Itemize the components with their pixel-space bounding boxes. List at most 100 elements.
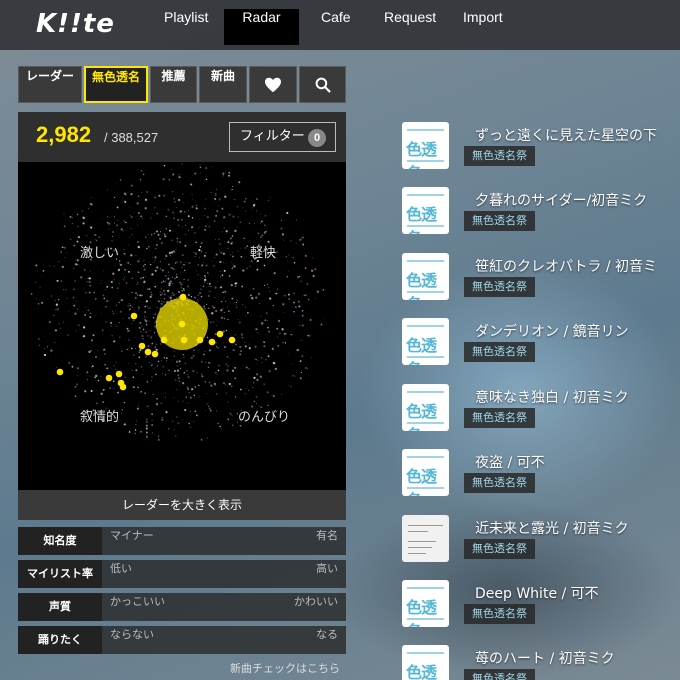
favorite-button[interactable] — [249, 66, 297, 103]
radar-song-dot[interactable] — [144, 348, 152, 356]
radar-star — [225, 262, 227, 265]
song-item[interactable]: 色透名 ダンデリオン / 鏡音リン 無色透名祭 — [402, 318, 680, 374]
song-title[interactable]: Deep White / 可不 — [475, 583, 599, 603]
radar-star — [140, 215, 142, 218]
song-tag[interactable]: 無色透名祭 — [464, 146, 535, 166]
expand-radar-button[interactable]: レーダーを大きく表示 — [18, 490, 346, 520]
radar-star — [165, 275, 167, 277]
radar-star — [76, 225, 79, 228]
nav-import[interactable]: Import — [445, 9, 521, 45]
radar-song-dot[interactable] — [208, 338, 216, 346]
song-tag[interactable]: 無色透名祭 — [464, 669, 535, 680]
radar-star — [136, 407, 139, 410]
tab-new-songs[interactable]: 新曲 — [199, 66, 247, 103]
slider-mylist-rate[interactable]: マイリスト率 低い 高い — [18, 560, 346, 588]
radar-song-dot[interactable] — [115, 370, 123, 378]
song-thumbnail[interactable]: 色透名 — [402, 580, 449, 627]
song-title[interactable]: ずっと遠くに見えた星空の下 — [475, 125, 657, 145]
radar-star — [84, 390, 87, 393]
song-item[interactable]: 色透名 夜盗 / 可不 無色透名祭 — [402, 449, 680, 505]
radar-star — [60, 279, 63, 282]
radar-star — [232, 348, 235, 352]
radar-song-dot[interactable] — [130, 312, 138, 320]
radar-star — [204, 281, 206, 283]
radar-star — [69, 238, 72, 240]
song-title[interactable]: 苺のハート / 初音ミク — [475, 648, 615, 668]
radar-song-dot[interactable] — [119, 383, 127, 391]
song-tag[interactable]: 無色透名祭 — [464, 408, 535, 428]
radar-song-dot[interactable] — [105, 374, 113, 382]
radar-song-dot[interactable] — [160, 336, 168, 344]
song-item[interactable]: 色透名 Deep White / 可不 無色透名祭 — [402, 580, 680, 636]
kiite-logo[interactable]: K!!te — [36, 9, 115, 39]
filter-button[interactable]: フィルター 0 — [229, 122, 336, 152]
song-title[interactable]: 夕暮れのサイダー/初音ミク — [475, 190, 647, 210]
song-tag[interactable]: 無色透名祭 — [464, 539, 535, 559]
radar-star — [271, 394, 273, 396]
radar-song-dot[interactable] — [178, 320, 186, 328]
song-title[interactable]: 近未来と露光 / 初音ミク — [475, 518, 629, 538]
song-item[interactable]: 色透名 ずっと遠くに見えた星空の下 無色透名祭 — [402, 122, 680, 178]
nav-request[interactable]: Request — [366, 9, 454, 45]
radar-star — [216, 393, 218, 395]
radar-star — [244, 393, 246, 395]
radar-song-dot[interactable] — [56, 368, 64, 376]
radar-star — [273, 268, 274, 270]
song-tag[interactable]: 無色透名祭 — [464, 211, 535, 231]
song-thumbnail[interactable]: 色透名 — [402, 122, 449, 169]
song-tag[interactable]: 無色透名祭 — [464, 473, 535, 493]
song-item[interactable]: 色透名 笹紅のクレオパトラ / 初音ミ 無色透名祭 — [402, 253, 680, 309]
nav-cafe[interactable]: Cafe — [303, 9, 369, 45]
song-thumbnail[interactable] — [402, 515, 449, 562]
slider-danceability[interactable]: 踊りたく ならない なる — [18, 626, 346, 654]
radar-star — [176, 369, 179, 372]
radar-star — [134, 337, 136, 338]
radar-song-dot[interactable] — [216, 330, 224, 338]
radar-star — [206, 393, 208, 394]
new-song-check-link[interactable]: 新曲チェックはこちら — [230, 660, 340, 676]
tab-radar[interactable]: レーダー — [18, 66, 82, 103]
song-thumbnail[interactable]: 色透名 — [402, 384, 449, 431]
radar-star — [227, 318, 229, 321]
song-item[interactable]: 色透名 意味なき独白 / 初音ミク 無色透名祭 — [402, 384, 680, 440]
radar-song-dot[interactable] — [196, 336, 204, 344]
song-thumbnail[interactable]: 色透名 — [402, 645, 449, 680]
song-item[interactable]: 色透名 苺のハート / 初音ミク 無色透名祭 — [402, 645, 680, 680]
song-title[interactable]: ダンデリオン / 鏡音リン — [475, 321, 629, 341]
radar-song-dot[interactable] — [179, 293, 187, 301]
tab-recommend[interactable]: 推薦 — [150, 66, 197, 103]
radar-song-dot[interactable] — [180, 336, 188, 344]
song-thumbnail[interactable]: 色透名 — [402, 318, 449, 365]
radar-plot[interactable] — [18, 162, 346, 490]
radar-song-dot[interactable] — [151, 350, 159, 358]
song-title[interactable]: 意味なき独白 / 初音ミク — [475, 387, 629, 407]
song-item[interactable]: 近未来と露光 / 初音ミク 無色透名祭 — [402, 515, 680, 571]
radar-star — [164, 374, 167, 376]
song-thumbnail[interactable]: 色透名 — [402, 253, 449, 300]
radar-star — [137, 260, 140, 263]
song-tag[interactable]: 無色透名祭 — [464, 277, 535, 297]
radar-star — [153, 232, 156, 235]
song-tag[interactable]: 無色透名祭 — [464, 604, 535, 624]
radar-star — [293, 261, 296, 264]
radar-star — [213, 306, 215, 309]
song-item[interactable]: 色透名 夕暮れのサイダー/初音ミク 無色透名祭 — [402, 187, 680, 243]
radar-star — [234, 377, 237, 380]
radar-song-dot[interactable] — [138, 342, 146, 350]
song-title[interactable]: 夜盗 / 可不 — [475, 452, 545, 472]
radar-star — [256, 378, 259, 381]
song-title[interactable]: 笹紅のクレオパトラ / 初音ミ — [475, 256, 657, 276]
slider-voice[interactable]: 声質 かっこいい かわいい — [18, 593, 346, 621]
tab-mushoku-tomei[interactable]: 無色透名 — [84, 66, 148, 103]
song-tag[interactable]: 無色透名祭 — [464, 342, 535, 362]
slider-popularity[interactable]: 知名度 マイナー 有名 — [18, 527, 346, 555]
radar-song-dot[interactable] — [228, 336, 236, 344]
radar-star — [121, 409, 123, 411]
radar-star — [130, 254, 133, 257]
nav-radar[interactable]: Radar — [224, 9, 299, 45]
nav-playlist[interactable]: Playlist — [146, 9, 226, 45]
search-button[interactable] — [299, 66, 346, 103]
radar-star — [159, 291, 162, 293]
song-thumbnail[interactable]: 色透名 — [402, 449, 449, 496]
song-thumbnail[interactable]: 色透名 — [402, 187, 449, 234]
